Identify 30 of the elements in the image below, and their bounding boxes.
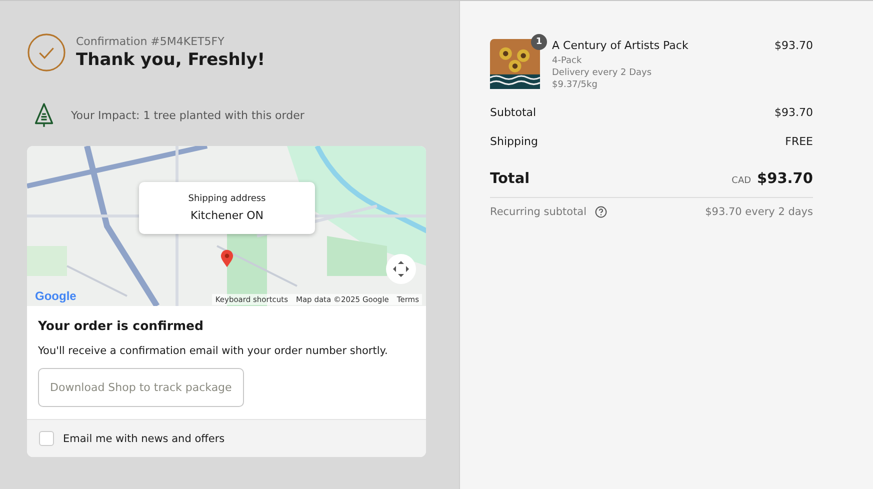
total-label: Total	[490, 171, 530, 187]
help-icon[interactable]	[594, 206, 607, 218]
tree-icon	[33, 102, 55, 128]
total-amount: $93.70	[757, 171, 813, 187]
confirmation-number: Confirmation #5M4KET5FY	[76, 35, 226, 48]
summary-label: Shipping	[490, 135, 538, 148]
map-logo: Google	[35, 289, 76, 303]
map-pin-icon	[220, 249, 234, 268]
thank-you-heading: Thank you, Freshly!	[76, 50, 266, 70]
newsletter-checkbox[interactable]	[39, 431, 54, 446]
address-text: Kitchener ON	[190, 209, 264, 222]
unit-price: $9.37/5kg	[552, 80, 598, 90]
recurring-label: Recurring subtotal	[490, 206, 587, 218]
delivery-frequency: Delivery every 2 Days	[552, 68, 653, 78]
newsletter-label: Email me with news and offers	[63, 432, 225, 444]
product-price: $93.70	[774, 39, 813, 52]
product-name: A Century of Artists Pack	[552, 39, 690, 52]
summary-value: $93.70	[774, 106, 813, 119]
summary-value: FREE	[785, 135, 813, 148]
recurring-value: $93.70 every 2 days	[705, 206, 813, 218]
summary-label: Subtotal	[490, 106, 536, 119]
fullscreen-icon	[391, 259, 411, 279]
product-variant: 4-Pack	[552, 56, 583, 66]
order-status-heading: Your order is confirmed	[38, 318, 204, 333]
impact-text: Your Impact: 1 tree planted with this order	[71, 108, 304, 122]
currency-code: CAD	[732, 176, 752, 186]
quantity-badge: 1	[531, 34, 547, 50]
check-circle-icon	[27, 33, 66, 72]
address-label: Shipping address	[188, 194, 266, 204]
order-status-message: You'll receive a confirmation email with your order number shortly.	[38, 345, 389, 357]
